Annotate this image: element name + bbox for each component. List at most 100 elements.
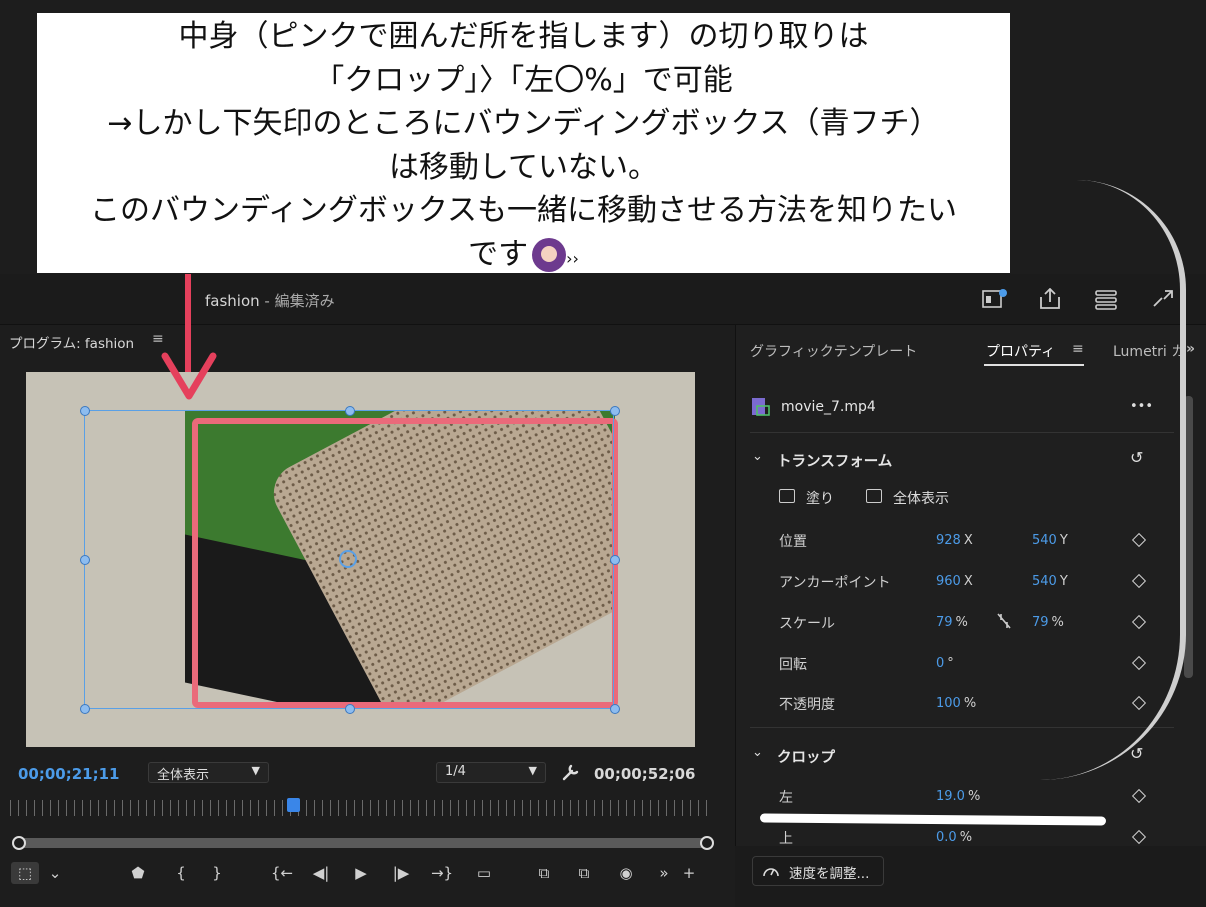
video-file-icon xyxy=(752,398,770,416)
rotation-label: 回転 xyxy=(779,657,807,673)
bowing-person-emoji-icon xyxy=(532,238,567,272)
current-timecode[interactable]: 00;00;21;11 xyxy=(18,765,120,783)
value-unit: ° xyxy=(947,656,954,671)
resolution-select-value: 1/4 xyxy=(445,764,466,779)
value-number[interactable]: 928 xyxy=(936,533,961,548)
bbox-handle-top-left[interactable] xyxy=(80,406,90,416)
opacity-label: 不透明度 xyxy=(779,697,835,713)
crop-section-title[interactable]: クロップ xyxy=(777,746,835,767)
bbox-handle-top[interactable] xyxy=(345,406,355,416)
resolution-select[interactable]: 1/4 ▼ xyxy=(436,762,546,783)
fit-label[interactable]: 全体表示 xyxy=(893,488,949,508)
safe-margins-icon[interactable]: ▭ xyxy=(470,862,498,884)
fill-frame-icon[interactable] xyxy=(779,489,795,503)
zoom-scroll-bar[interactable] xyxy=(17,838,707,848)
zoom-select[interactable]: 全体表示 ▼ xyxy=(148,762,269,783)
more-buttons-icon[interactable]: » xyxy=(654,862,674,884)
callout-line: このバウンディングボックスも一緒に移動させる方法を知りたい xyxy=(90,193,957,228)
playhead[interactable] xyxy=(287,798,300,812)
time-ruler[interactable] xyxy=(10,800,714,816)
callout-line: は移動していない。 xyxy=(388,149,659,185)
chevron-down-icon[interactable]: ⌄ xyxy=(752,449,763,464)
anchor-x-value[interactable]: 960 X xyxy=(936,574,973,589)
value-unit: % xyxy=(959,830,973,845)
value-number[interactable]: 0 xyxy=(936,656,944,671)
crop-top-label: 上 xyxy=(779,831,793,847)
lift-icon[interactable]: ⧉ xyxy=(530,862,558,884)
bbox-handle-right[interactable] xyxy=(610,555,620,565)
fit-frame-icon[interactable] xyxy=(866,489,882,503)
anchor-point-label: アンカーポイント xyxy=(779,575,891,591)
value-unit: % xyxy=(963,696,977,711)
crop-top-value[interactable]: 0.0% xyxy=(936,830,972,845)
top-bar xyxy=(0,274,1206,325)
red-down-arrow-icon xyxy=(161,352,217,400)
callout-line: →しかし下矢印のところにバウンディングボックス（青フチ） xyxy=(107,106,940,141)
tab-graphics-templates[interactable]: グラフィックテンプレート xyxy=(750,341,917,361)
scroll-handle-right[interactable] xyxy=(700,836,714,850)
play-icon[interactable]: ▶ xyxy=(350,862,372,884)
gray-curved-arrow-annotation xyxy=(1040,180,1186,780)
bbox-handle-bottom-right[interactable] xyxy=(610,704,620,714)
value-unit: X xyxy=(963,533,973,548)
fill-label[interactable]: 塗り xyxy=(806,488,834,508)
rotation-value[interactable]: 0 ° xyxy=(936,656,954,671)
scroll-handle-left[interactable] xyxy=(12,836,26,850)
chevron-down-icon: ▼ xyxy=(528,764,537,777)
position-label: 位置 xyxy=(779,534,807,550)
go-to-in-icon[interactable]: {← xyxy=(270,862,294,884)
chevron-down-icon[interactable]: ⌄ xyxy=(46,862,64,884)
value-number[interactable]: 100 xyxy=(936,696,961,711)
wrench-icon[interactable] xyxy=(561,762,581,782)
select-zoom-level-icon[interactable]: ⬚ xyxy=(11,862,39,884)
step-forward-icon[interactable]: |▶ xyxy=(390,862,412,884)
unlinked-scale-icon[interactable] xyxy=(996,612,1012,630)
annotation-callout: 中身（ピンクで囲んだ所を指します）の切り取りは 「クロップ」〉「左〇%」で可能 … xyxy=(37,13,1010,273)
zoom-select-value: 全体表示 xyxy=(157,768,210,783)
transform-section-title[interactable]: トランスフォーム xyxy=(777,450,892,471)
bbox-handle-bottom[interactable] xyxy=(345,704,355,714)
value-unit: % xyxy=(967,789,981,804)
add-marker-icon[interactable]: ⬟ xyxy=(128,862,148,884)
duration-timecode: 00;00;52;06 xyxy=(594,765,696,783)
opacity-value[interactable]: 100% xyxy=(936,696,976,711)
callout-trailing-mark: ›› xyxy=(566,248,579,268)
program-panel-title: プログラム: fashion xyxy=(9,336,135,352)
program-panel-menu-icon[interactable]: ≡ xyxy=(152,331,164,347)
value-number[interactable]: 0.0 xyxy=(936,830,957,845)
chevron-down-icon: ▼ xyxy=(251,764,260,777)
scale-x-value[interactable]: 79% xyxy=(936,615,968,630)
bbox-handle-left[interactable] xyxy=(80,555,90,565)
crop-left-label: 左 xyxy=(779,790,793,806)
crop-left-value[interactable]: 19.0% xyxy=(936,789,980,804)
extract-icon[interactable]: ⧉ xyxy=(570,862,598,884)
quick-export-icon[interactable] xyxy=(982,288,1008,310)
callout-line: 「クロップ」〉「左〇%」で可能 xyxy=(314,62,733,98)
step-back-icon[interactable]: ◀| xyxy=(310,862,332,884)
export-frame-camera-icon[interactable]: ◉ xyxy=(614,862,638,884)
value-unit: X xyxy=(963,574,973,589)
go-to-out-icon[interactable]: →} xyxy=(430,862,454,884)
chevron-down-icon[interactable]: ⌄ xyxy=(752,745,763,760)
scale-label: スケール xyxy=(779,616,835,632)
clip-name: movie_7.mp4 xyxy=(781,399,876,415)
speedometer-icon xyxy=(763,868,779,877)
callout-last-text: です xyxy=(468,236,529,272)
edit-status: - 編集済み xyxy=(259,292,335,310)
value-number[interactable]: 960 xyxy=(936,574,961,589)
bbox-handle-bottom-left[interactable] xyxy=(80,704,90,714)
mark-in-icon[interactable]: { xyxy=(172,862,190,884)
project-name: fashion xyxy=(205,292,260,310)
adjust-speed-label: 速度を調整... xyxy=(789,866,870,882)
document-title: fashion - 編集済み xyxy=(205,290,335,311)
anchor-point-icon[interactable] xyxy=(339,550,357,568)
value-number[interactable]: 79 xyxy=(936,615,953,630)
value-unit: % xyxy=(955,615,968,630)
callout-line: です ›› xyxy=(37,233,1010,281)
bbox-handle-top-right[interactable] xyxy=(610,406,620,416)
value-number[interactable]: 19.0 xyxy=(936,789,965,804)
more-tabs-icon[interactable]: » xyxy=(1186,341,1195,357)
position-x-value[interactable]: 928 X xyxy=(936,533,973,548)
add-button-icon[interactable]: + xyxy=(678,862,700,884)
mark-out-icon[interactable]: } xyxy=(208,862,226,884)
